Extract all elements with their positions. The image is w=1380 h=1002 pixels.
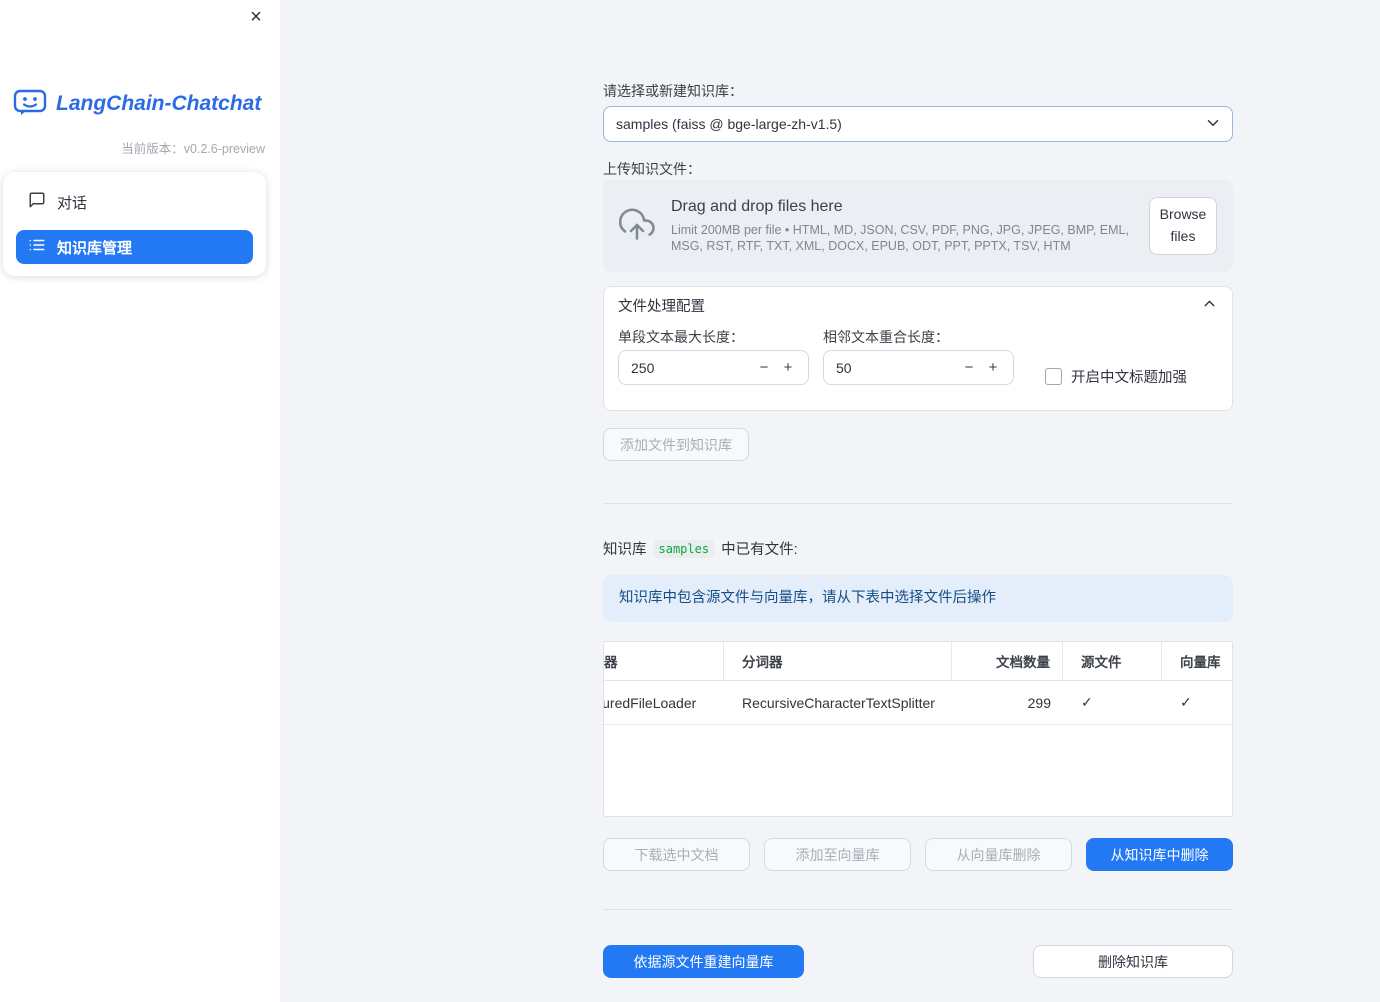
table-row[interactable]: UnstructuredFileLoader RecursiveCharacte… — [603, 681, 1232, 725]
divider — [603, 909, 1233, 910]
kb-select-label: 请选择或新建知识库： — [603, 83, 743, 99]
increment-button[interactable]: + — [776, 359, 800, 376]
kb-name-code: samples — [653, 539, 715, 558]
checkbox-label: 开启中文标题加强 — [1071, 370, 1187, 386]
nav-item-dialogue[interactable]: 对话 — [16, 184, 253, 220]
kb-selectbox[interactable]: samples (faiss @ bge-large-zh-v1.5) — [603, 106, 1233, 142]
zh-title-enhance-checkbox[interactable]: 开启中文标题加强 — [1045, 359, 1187, 394]
header-document-loader: 文档加载器 — [604, 642, 724, 680]
overlap-input[interactable]: 50 − + — [823, 350, 1014, 385]
upload-cloud-icon — [618, 207, 655, 246]
app-logo: LangChain-Chatchat — [12, 86, 261, 121]
chunk-size-label: 单段文本最大长度： — [618, 329, 744, 345]
download-selected-button[interactable]: 下载选中文档 — [603, 838, 750, 871]
info-banner: 知识库中包含源文件与向量库，请从下表中选择文件后操作 — [603, 575, 1233, 622]
delete-kb-button[interactable]: 删除知识库 — [1033, 945, 1233, 978]
cell-in-folder-check: ✓ — [1081, 694, 1093, 710]
logo-text: LangChain-Chatchat — [56, 91, 262, 115]
cell-in-db-check: ✓ — [1180, 694, 1192, 710]
delete-from-vector-store-button[interactable]: 从向量库删除 — [925, 838, 1072, 871]
version-text: 当前版本：v0.2.6-preview — [121, 142, 265, 156]
kb-selected-value: samples (faiss @ bge-large-zh-v1.5) — [616, 116, 842, 132]
expander-body: 单段文本最大长度： 250 − + 相邻文本重合长度： 50 − + 开启中文标… — [604, 323, 1232, 410]
expander-header[interactable]: 文件处理配置 — [604, 287, 1232, 323]
close-sidebar-icon[interactable]: × — [244, 5, 268, 29]
header-in-folder: 源文件 — [1063, 642, 1162, 680]
chevron-down-icon — [1204, 114, 1222, 135]
nav-item-label: 知识库管理 — [57, 239, 133, 257]
kb-management-buttons: 依据源文件重建向量库 删除知识库 — [603, 945, 1233, 978]
nav-item-label: 对话 — [57, 194, 88, 212]
header-docs-count: 文档数量 — [952, 642, 1063, 680]
cell-document-loader: UnstructuredFileLoader — [603, 694, 697, 711]
chat-bubble-icon — [28, 191, 46, 213]
list-icon — [28, 236, 46, 258]
increment-button[interactable]: + — [981, 359, 1005, 376]
decrement-button[interactable]: − — [957, 359, 981, 376]
kb-files-heading: 知识库 samples 中已有文件: — [603, 538, 1233, 559]
nav-item-knowledge-base[interactable]: 知识库管理 — [16, 230, 253, 264]
chevron-up-icon — [1201, 295, 1218, 316]
uploader-limit-text: Limit 200MB per file • HTML, MD, JSON, C… — [671, 222, 1129, 254]
upload-label: 上传知识文件： — [603, 161, 701, 177]
header-in-db: 向量库 — [1180, 655, 1221, 670]
main-content: 请选择或新建知识库： samples (faiss @ bge-large-zh… — [603, 83, 1233, 978]
kb-files-prefix: 知识库 — [603, 542, 647, 558]
checkbox-box[interactable] — [1045, 368, 1062, 385]
browse-files-button[interactable]: Browse files — [1149, 197, 1217, 255]
overlap-value: 50 — [836, 359, 852, 376]
files-table: 文档加载器 分词器 文档数量 源文件 向量库 UnstructuredFileL… — [603, 641, 1233, 817]
overlap-group: 相邻文本重合长度： 50 − + — [823, 329, 1014, 385]
logo-chat-icon — [12, 86, 48, 121]
header-text-splitter: 分词器 — [724, 642, 952, 680]
chunk-size-group: 单段文本最大长度： 250 − + — [618, 329, 809, 385]
overlap-label: 相邻文本重合长度： — [823, 329, 949, 345]
cell-docs-count: 299 — [1027, 694, 1051, 711]
files-table-inner: 文档加载器 分词器 文档数量 源文件 向量库 UnstructuredFileL… — [603, 642, 1232, 725]
rebuild-vector-store-button[interactable]: 依据源文件重建向量库 — [603, 945, 804, 978]
kb-files-suffix: 中已有文件: — [721, 542, 798, 558]
file-action-buttons: 下载选中文档 添加至向量库 从向量库删除 从知识库中删除 — [603, 838, 1233, 871]
sidebar: × LangChain-Chatchat 当前版本：v0.2.6-preview… — [0, 0, 280, 1002]
chunk-size-value: 250 — [631, 359, 655, 376]
file-uploader-dropzone[interactable]: Drag and drop files here Limit 200MB per… — [603, 180, 1233, 272]
delete-from-kb-button[interactable]: 从知识库中删除 — [1086, 838, 1233, 871]
file-config-expander: 文件处理配置 单段文本最大长度： 250 − + 相邻文本重合长度： 50 − … — [603, 286, 1233, 411]
expander-title: 文件处理配置 — [618, 298, 705, 315]
chunk-size-input[interactable]: 250 − + — [618, 350, 809, 385]
nav-menu: 对话 知识库管理 — [3, 172, 266, 276]
cell-text-splitter: RecursiveCharacterTextSplitter — [742, 694, 935, 711]
divider — [603, 503, 1233, 504]
decrement-button[interactable]: − — [752, 359, 776, 376]
add-to-vector-store-button[interactable]: 添加至向量库 — [764, 838, 911, 871]
add-files-button[interactable]: 添加文件到知识库 — [603, 428, 749, 461]
table-header: 文档加载器 分词器 文档数量 源文件 向量库 — [604, 642, 1232, 681]
uploader-title: Drag and drop files here — [671, 197, 843, 215]
uploader-text: Drag and drop files here Limit 200MB per… — [671, 198, 1149, 255]
